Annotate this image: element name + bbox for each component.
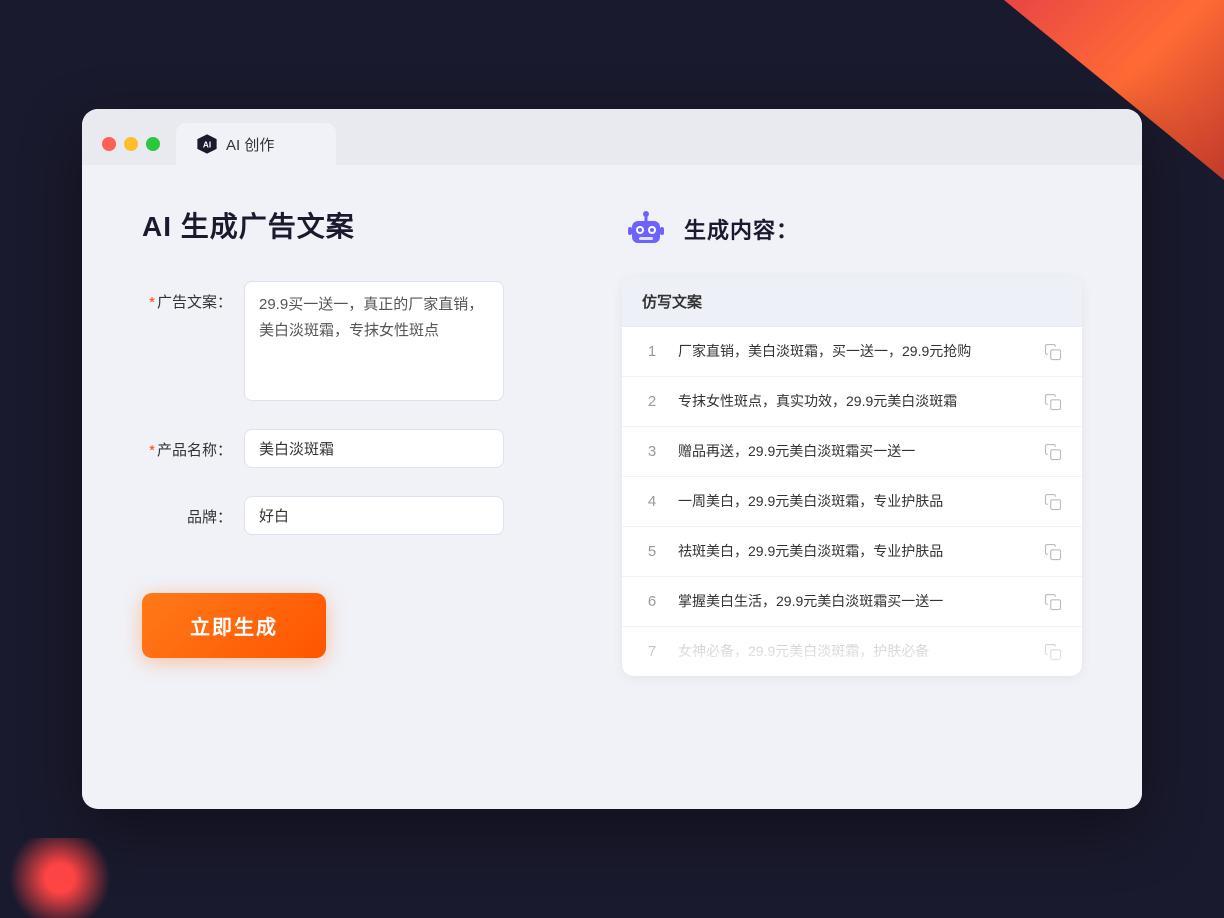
- results-table: 仿写文案 1 厂家直销，美白淡斑霜，买一送一，29.9元抢购 2 专抹女性斑点，…: [622, 277, 1082, 676]
- copy-icon[interactable]: [1044, 643, 1062, 661]
- row-text: 祛斑美白，29.9元美白淡斑霜，专业护肤品: [678, 541, 1028, 562]
- row-text: 专抹女性斑点，真实功效，29.9元美白淡斑霜: [678, 391, 1028, 412]
- browser-chrome: AI AI 创作: [82, 109, 1142, 165]
- copy-icon[interactable]: [1044, 443, 1062, 461]
- ad-copy-required-star: *: [149, 294, 155, 311]
- ad-copy-textarea[interactable]: 29.9买一送一，真正的厂家直销，美白淡斑霜，专抹女性斑点: [244, 281, 504, 401]
- row-number: 7: [642, 643, 662, 660]
- brand-label: 品牌：: [142, 496, 232, 527]
- browser-window: AI AI 创作 AI 生成广告文案 *广告文案： 29.9买一送一，真正的厂家…: [82, 109, 1142, 809]
- right-panel: 生成内容： 仿写文案 1 厂家直销，美白淡斑霜，买一送一，29.9元抢购 2 专…: [622, 205, 1082, 765]
- svg-text:AI: AI: [203, 141, 211, 150]
- bg-decoration-bottom-left: [0, 838, 120, 918]
- table-row: 7 女神必备，29.9元美白淡斑霜，护肤必备: [622, 627, 1082, 676]
- generate-button[interactable]: 立即生成: [142, 593, 326, 658]
- table-row: 5 祛斑美白，29.9元美白淡斑霜，专业护肤品: [622, 527, 1082, 577]
- copy-icon[interactable]: [1044, 343, 1062, 361]
- row-text: 女神必备，29.9元美白淡斑霜，护肤必备: [678, 641, 1028, 662]
- brand-group: 品牌：: [142, 496, 562, 535]
- minimize-button[interactable]: [124, 137, 138, 151]
- product-name-group: *产品名称：: [142, 429, 562, 468]
- product-name-input[interactable]: [244, 429, 504, 468]
- window-controls: [102, 137, 160, 151]
- row-number: 6: [642, 593, 662, 610]
- copy-icon[interactable]: [1044, 593, 1062, 611]
- ad-copy-label: *广告文案：: [142, 281, 232, 312]
- ai-tab-icon: AI: [196, 133, 218, 155]
- results-rows-container: 1 厂家直销，美白淡斑霜，买一送一，29.9元抢购 2 专抹女性斑点，真实功效，…: [622, 327, 1082, 676]
- brand-input[interactable]: [244, 496, 504, 535]
- table-row: 2 专抹女性斑点，真实功效，29.9元美白淡斑霜: [622, 377, 1082, 427]
- close-button[interactable]: [102, 137, 116, 151]
- robot-icon: [622, 205, 670, 253]
- table-header: 仿写文案: [622, 277, 1082, 327]
- browser-tab[interactable]: AI AI 创作: [176, 123, 336, 165]
- copy-icon[interactable]: [1044, 393, 1062, 411]
- row-number: 3: [642, 443, 662, 460]
- product-name-required-star: *: [149, 442, 155, 459]
- table-row: 4 一周美白，29.9元美白淡斑霜，专业护肤品: [622, 477, 1082, 527]
- product-name-label: *产品名称：: [142, 429, 232, 460]
- table-row: 6 掌握美白生活，29.9元美白淡斑霜买一送一: [622, 577, 1082, 627]
- row-text: 一周美白，29.9元美白淡斑霜，专业护肤品: [678, 491, 1028, 512]
- ad-copy-group: *广告文案： 29.9买一送一，真正的厂家直销，美白淡斑霜，专抹女性斑点: [142, 281, 562, 401]
- left-panel: AI 生成广告文案 *广告文案： 29.9买一送一，真正的厂家直销，美白淡斑霜，…: [142, 205, 562, 765]
- maximize-button[interactable]: [146, 137, 160, 151]
- row-number: 2: [642, 393, 662, 410]
- row-text: 掌握美白生活，29.9元美白淡斑霜买一送一: [678, 591, 1028, 612]
- row-text: 赠品再送，29.9元美白淡斑霜买一送一: [678, 441, 1028, 462]
- copy-icon[interactable]: [1044, 493, 1062, 511]
- right-panel-title: 生成内容：: [684, 213, 799, 245]
- row-text: 厂家直销，美白淡斑霜，买一送一，29.9元抢购: [678, 341, 1028, 362]
- row-number: 1: [642, 343, 662, 360]
- row-number: 4: [642, 493, 662, 510]
- table-row: 3 赠品再送，29.9元美白淡斑霜买一送一: [622, 427, 1082, 477]
- table-row: 1 厂家直销，美白淡斑霜，买一送一，29.9元抢购: [622, 327, 1082, 377]
- browser-content: AI 生成广告文案 *广告文案： 29.9买一送一，真正的厂家直销，美白淡斑霜，…: [82, 165, 1142, 805]
- tab-title: AI 创作: [226, 134, 274, 155]
- right-header: 生成内容：: [622, 205, 1082, 253]
- row-number: 5: [642, 543, 662, 560]
- page-title: AI 生成广告文案: [142, 205, 562, 245]
- copy-icon[interactable]: [1044, 543, 1062, 561]
